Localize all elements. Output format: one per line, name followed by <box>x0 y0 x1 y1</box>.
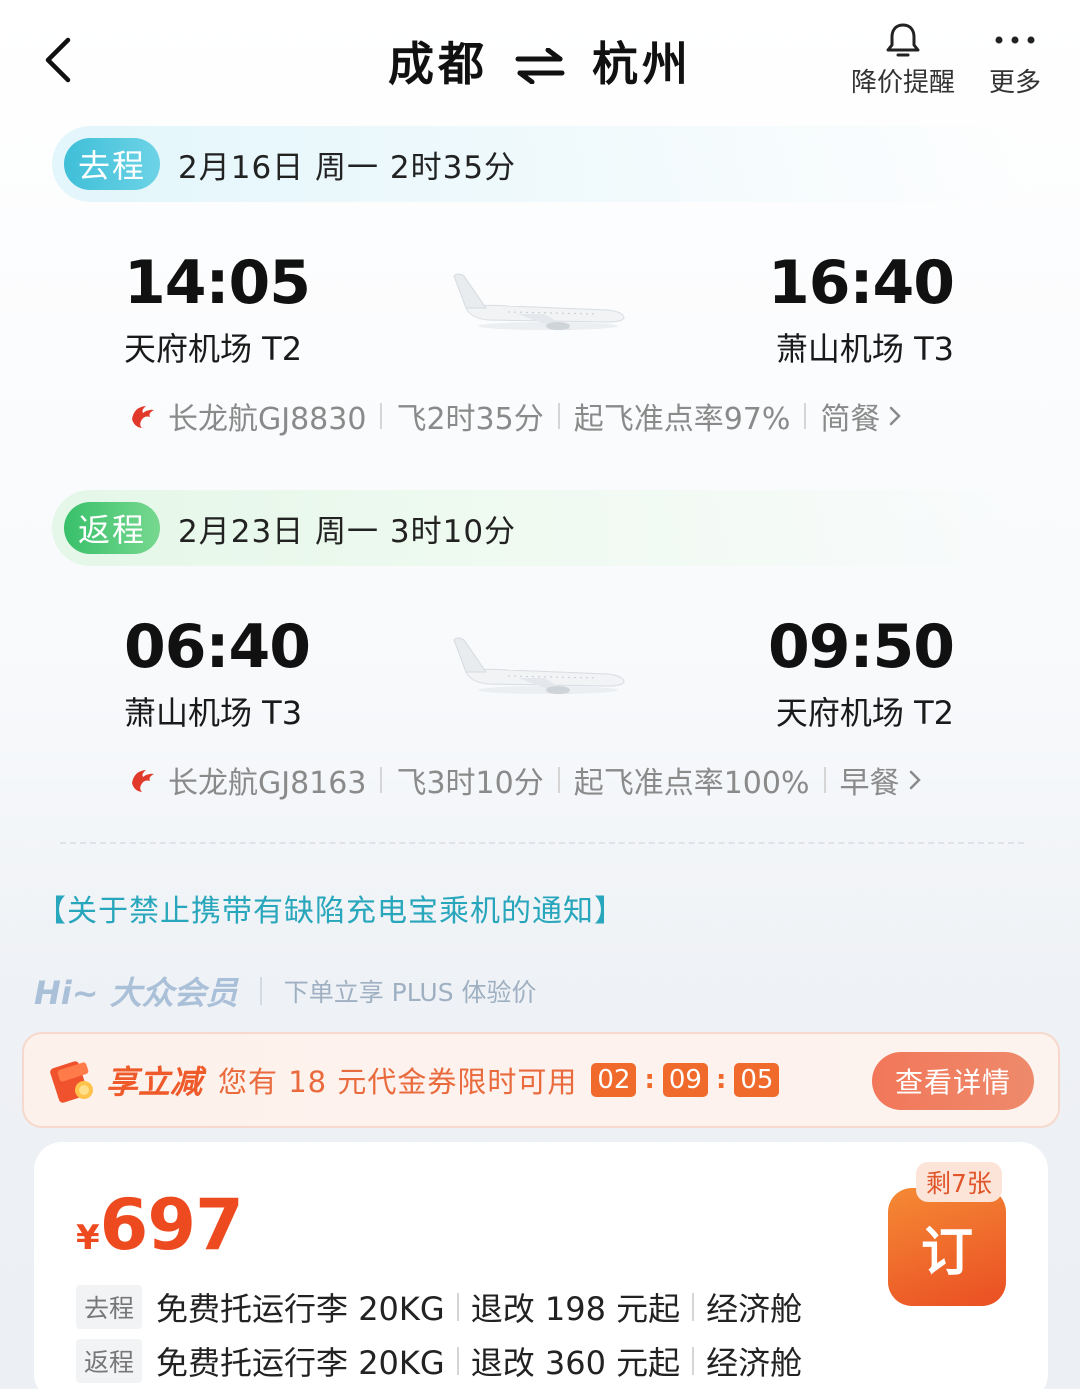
view-details-button[interactable]: 查看详情 <box>872 1052 1034 1110</box>
return-fare-rules[interactable]: 返程 免费托运行李 20KG 退改 360 元起 经济舱 <box>76 1338 802 1384</box>
outbound-flight[interactable]: 14:05 天府机场 T2 16:40 萧山机场 T3 长龙航GJ8830 飞2… <box>0 240 1080 440</box>
outbound-dep-airport: 天府机场 T2 <box>124 330 303 368</box>
safety-notice-link[interactable]: 【关于禁止携带有缺陷充电宝乘机的通知】 <box>36 886 625 930</box>
price: ¥697 <box>76 1184 244 1266</box>
fare-card[interactable]: ¥697 去程 免费托运行李 20KG 退改 198 元起 经济舱 返程 免费托… <box>34 1142 1048 1389</box>
outbound-tag: 去程 <box>64 138 160 190</box>
member-subtitle: 下单立享 PLUS 体验价 <box>283 978 537 1007</box>
divider <box>557 767 560 793</box>
airplane-icon <box>453 273 625 330</box>
outbound-arr-time: 16:40 <box>768 248 955 318</box>
countdown-timer: 02 : 09 : 05 <box>591 1063 780 1097</box>
outbound-date-info: 2月16日 周一 2时35分 <box>178 149 517 186</box>
origin-city: 成都 <box>388 37 488 91</box>
top-bar: 成都 杭州 降价提醒 更多 <box>0 0 1080 120</box>
divider <box>380 767 383 793</box>
coupon-name: 享立减 <box>106 1063 203 1101</box>
outbound-ontime-rate: 起飞准点率97% <box>573 402 791 437</box>
price-alert-button[interactable]: 降价提醒 <box>848 18 958 99</box>
red-envelope-icon <box>50 1061 93 1103</box>
return-date-info: 2月23日 周一 3时10分 <box>178 513 517 550</box>
return-arr-airport: 天府机场 T2 <box>775 694 954 732</box>
member-banner[interactable]: Hi~ 大众会员 下单立享 PLUS 体验价 <box>34 968 537 1014</box>
return-flight-number: 长龙航GJ8163 <box>168 766 367 801</box>
outbound-dep-time: 14:05 <box>124 248 311 318</box>
return-arr-time: 09:50 <box>768 612 955 682</box>
price-amount: 697 <box>99 1184 244 1266</box>
section-divider <box>60 842 1024 844</box>
member-title: Hi~ 大众会员 <box>34 974 238 1012</box>
outbound-flight-details[interactable]: 长龙航GJ8830 飞2时35分 起飞准点率97% 简餐 <box>128 394 958 438</box>
book-button[interactable]: 订 <box>888 1188 1006 1306</box>
divider <box>692 1293 695 1321</box>
return-tag: 返程 <box>64 502 160 554</box>
outbound-banner: 去程 2月16日 周一 2时35分 <box>52 126 1022 202</box>
divider <box>557 403 560 429</box>
chevron-right-icon <box>909 770 921 790</box>
return-banner: 返程 2月23日 周一 3时10分 <box>52 490 1022 566</box>
outbound-baggage: 免费托运行李 20KG <box>156 1290 445 1328</box>
return-flight-details[interactable]: 长龙航GJ8163 飞3时10分 起飞准点率100% 早餐 <box>128 758 958 802</box>
coupon-text: 您有 18 元代金券限时可用 <box>218 1065 578 1099</box>
more-button[interactable]: 更多 <box>982 18 1048 99</box>
more-dots-icon <box>995 36 1035 44</box>
return-dep-airport: 萧山机场 T3 <box>124 694 303 732</box>
outbound-arr-airport: 萧山机场 T3 <box>775 330 954 368</box>
divider <box>259 977 262 1005</box>
divider <box>692 1347 695 1375</box>
timer-hours: 02 <box>591 1063 637 1097</box>
more-label: 更多 <box>988 68 1041 98</box>
outbound-cabin: 经济舱 <box>706 1290 803 1328</box>
divider <box>804 403 807 429</box>
divider <box>823 767 826 793</box>
currency-symbol: ¥ <box>76 1218 100 1258</box>
destination-city: 杭州 <box>592 37 692 91</box>
outbound-fare-rules[interactable]: 去程 免费托运行李 20KG 退改 198 元起 经济舱 <box>76 1284 802 1330</box>
chevron-right-icon <box>890 406 902 426</box>
loong-air-logo-icon <box>132 406 154 428</box>
return-rule-tag: 返程 <box>76 1339 143 1383</box>
return-duration: 飞3时10分 <box>396 766 544 801</box>
outbound-rule-tag: 去程 <box>76 1285 143 1329</box>
outbound-change-fee: 退改 198 元起 <box>470 1290 681 1328</box>
return-ontime-rate: 起飞准点率100% <box>573 766 810 801</box>
bell-icon <box>886 23 920 57</box>
timer-minutes: 09 <box>662 1063 708 1097</box>
divider <box>380 403 383 429</box>
return-cabin: 经济舱 <box>706 1344 803 1382</box>
timer-seconds: 05 <box>734 1063 780 1097</box>
outbound-meal: 简餐 <box>820 402 881 437</box>
return-meal: 早餐 <box>839 766 900 801</box>
return-dep-time: 06:40 <box>124 612 311 682</box>
coupon-bar: 享立减 您有 18 元代金券限时可用 02 : 09 : 05 查看详情 <box>22 1032 1060 1128</box>
return-flight[interactable]: 06:40 萧山机场 T3 09:50 天府机场 T2 长龙航GJ8163 飞3… <box>0 604 1080 804</box>
seats-remaining-badge: 剩7张 <box>916 1162 1002 1202</box>
return-baggage: 免费托运行李 20KG <box>156 1344 445 1382</box>
swap-icon[interactable] <box>514 41 566 95</box>
outbound-duration: 飞2时35分 <box>396 402 544 437</box>
price-alert-label: 降价提醒 <box>850 68 955 98</box>
loong-air-logo-icon <box>132 770 154 792</box>
airplane-icon <box>453 637 625 694</box>
return-change-fee: 退改 360 元起 <box>470 1344 681 1382</box>
outbound-flight-number: 长龙航GJ8830 <box>168 402 367 437</box>
divider <box>456 1293 459 1321</box>
divider <box>456 1347 459 1375</box>
